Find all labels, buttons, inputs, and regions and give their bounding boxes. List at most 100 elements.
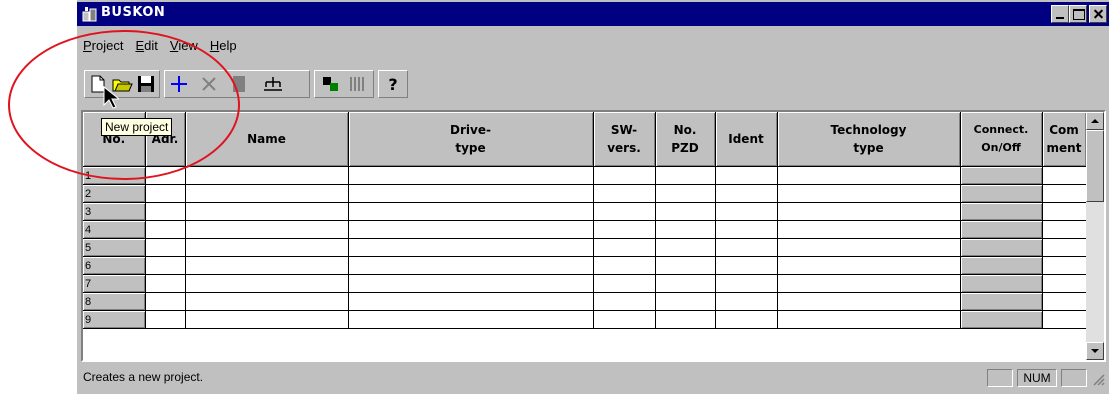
- table-cell[interactable]: [715, 238, 778, 257]
- table-cell[interactable]: [348, 238, 594, 257]
- connect-toggle-button[interactable]: [960, 238, 1043, 257]
- table-cell[interactable]: [348, 256, 594, 275]
- table-cell[interactable]: [145, 292, 186, 311]
- connect-icon[interactable]: [320, 73, 342, 95]
- table-cell[interactable]: [348, 220, 594, 239]
- table-cell[interactable]: [777, 292, 961, 311]
- table-cell[interactable]: [185, 202, 349, 221]
- table-cell[interactable]: [145, 184, 186, 203]
- table-cell[interactable]: [593, 310, 656, 329]
- menu-view[interactable]: View: [164, 36, 204, 58]
- close-button[interactable]: [1089, 5, 1107, 23]
- table-cell[interactable]: [715, 292, 778, 311]
- connect-toggle-button[interactable]: [960, 256, 1043, 275]
- row-number[interactable]: 6: [83, 256, 146, 275]
- connect-toggle-button[interactable]: [960, 310, 1043, 329]
- table-cell[interactable]: [185, 238, 349, 257]
- col-header-name[interactable]: Name: [185, 112, 349, 167]
- table-cell[interactable]: [777, 256, 961, 275]
- connect-toggle-button[interactable]: [960, 202, 1043, 221]
- table-cell[interactable]: [655, 220, 716, 239]
- table-cell[interactable]: [715, 256, 778, 275]
- table-cell[interactable]: [655, 202, 716, 221]
- table-cell[interactable]: [1042, 274, 1087, 293]
- table-cell[interactable]: [593, 220, 656, 239]
- table-cell[interactable]: [348, 202, 594, 221]
- table-cell[interactable]: [593, 238, 656, 257]
- table-cell[interactable]: [1042, 310, 1087, 329]
- table-cell[interactable]: [145, 202, 186, 221]
- table-cell[interactable]: [1042, 184, 1087, 203]
- maximize-button[interactable]: [1069, 5, 1087, 23]
- table-cell[interactable]: [715, 274, 778, 293]
- table-cell[interactable]: [348, 274, 594, 293]
- table-cell[interactable]: [348, 292, 594, 311]
- table-cell[interactable]: [185, 184, 349, 203]
- delete-x-icon[interactable]: [198, 73, 220, 95]
- minimize-button[interactable]: [1051, 5, 1069, 23]
- help-icon[interactable]: ?: [382, 73, 404, 95]
- table-cell[interactable]: [185, 256, 349, 275]
- table-cell[interactable]: [185, 292, 349, 311]
- block-icon[interactable]: [228, 73, 250, 95]
- menu-edit[interactable]: Edit: [129, 36, 163, 58]
- row-number[interactable]: 9: [83, 310, 146, 329]
- row-number[interactable]: 3: [83, 202, 146, 221]
- connect-toggle-button[interactable]: [960, 220, 1043, 239]
- row-number[interactable]: 2: [83, 184, 146, 203]
- row-number[interactable]: 8: [83, 292, 146, 311]
- table-cell[interactable]: [777, 238, 961, 257]
- table-cell[interactable]: [1042, 220, 1087, 239]
- table-cell[interactable]: [593, 166, 656, 185]
- table-cell[interactable]: [715, 184, 778, 203]
- connect-toggle-button[interactable]: [960, 292, 1043, 311]
- table-cell[interactable]: [1042, 292, 1087, 311]
- menu-project[interactable]: Project: [77, 36, 129, 58]
- table-cell[interactable]: [777, 184, 961, 203]
- table-cell[interactable]: [1042, 202, 1087, 221]
- table-cell[interactable]: [185, 274, 349, 293]
- table-cell[interactable]: [1042, 166, 1087, 185]
- connect-toggle-button[interactable]: [960, 184, 1043, 203]
- row-number[interactable]: 5: [83, 238, 146, 257]
- table-cell[interactable]: [145, 238, 186, 257]
- table-cell[interactable]: [593, 292, 656, 311]
- title-bar[interactable]: BUSKON: [77, 2, 1109, 26]
- table-cell[interactable]: [593, 184, 656, 203]
- table-cell[interactable]: [655, 292, 716, 311]
- table-cell[interactable]: [777, 166, 961, 185]
- scroll-thumb[interactable]: [1086, 130, 1104, 202]
- table-cell[interactable]: [145, 256, 186, 275]
- table-cell[interactable]: [715, 220, 778, 239]
- col-header-technology-type[interactable]: Technology type: [777, 112, 961, 167]
- connect-toggle-button[interactable]: [960, 166, 1043, 185]
- col-header-no-pzd[interactable]: No. PZD: [655, 112, 716, 167]
- table-cell[interactable]: [715, 202, 778, 221]
- table-cell[interactable]: [715, 166, 778, 185]
- row-number[interactable]: 7: [83, 274, 146, 293]
- add-plus-icon[interactable]: [168, 73, 190, 95]
- col-header-sw-vers[interactable]: SW- vers.: [593, 112, 656, 167]
- col-header-comment[interactable]: Com ment: [1042, 112, 1087, 167]
- row-number[interactable]: 1: [83, 166, 146, 185]
- table-cell[interactable]: [777, 220, 961, 239]
- scroll-up-button[interactable]: [1086, 112, 1104, 130]
- table-cell[interactable]: [655, 274, 716, 293]
- table-cell[interactable]: [185, 166, 349, 185]
- table-cell[interactable]: [145, 166, 186, 185]
- table-cell[interactable]: [348, 310, 594, 329]
- table-cell[interactable]: [185, 310, 349, 329]
- table-cell[interactable]: [655, 238, 716, 257]
- row-number[interactable]: 4: [83, 220, 146, 239]
- table-cell[interactable]: [145, 220, 186, 239]
- table-cell[interactable]: [655, 166, 716, 185]
- col-header-ident[interactable]: Ident: [715, 112, 778, 167]
- table-cell[interactable]: [348, 166, 594, 185]
- resize-grip-icon[interactable]: [1091, 372, 1105, 386]
- menu-help[interactable]: Help: [204, 36, 243, 58]
- table-cell[interactable]: [145, 274, 186, 293]
- col-header-drive-type[interactable]: Drive- type: [348, 112, 594, 167]
- table-cell[interactable]: [1042, 256, 1087, 275]
- scroll-down-button[interactable]: [1086, 342, 1104, 360]
- table-cell[interactable]: [593, 256, 656, 275]
